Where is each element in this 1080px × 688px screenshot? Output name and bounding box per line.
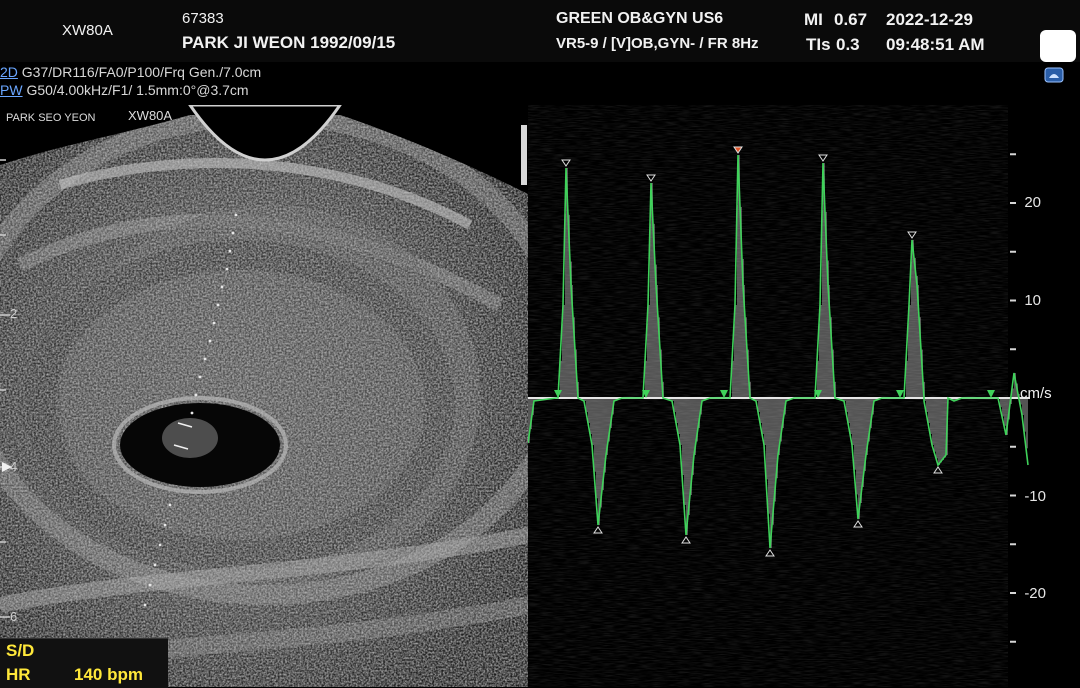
mi-label: MI <box>804 10 823 30</box>
patient-name: PARK JI WEON 1992/09/15 <box>182 33 395 53</box>
gallery-icon[interactable] <box>1040 30 1076 62</box>
param-pw-text: G50/4.00kHz/F1/ 1.5mm:0°@3.7cm <box>26 82 248 98</box>
velocity-unit: cm/s <box>1020 385 1052 402</box>
gray-scale-bar <box>521 125 527 185</box>
embryo <box>162 418 218 458</box>
hr-label: HR <box>6 665 31 685</box>
model-overlay: XW80A <box>128 108 172 123</box>
axis-label-20: 20 <box>1001 194 1041 211</box>
patient-id: 67383 <box>182 10 224 27</box>
b-mode-image[interactable] <box>0 105 530 687</box>
param-line-pw: PW G50/4.00kHz/F1/ 1.5mm:0°@3.7cm <box>0 82 249 98</box>
axis-label-neg20: -20 <box>1006 585 1046 602</box>
depth-mark-2: 2 <box>10 306 17 321</box>
focus-marker-icon[interactable] <box>2 459 12 469</box>
spectral-band <box>1024 398 1026 432</box>
measurement-box: S/D HR 140 bpm <box>0 638 168 688</box>
doppler-spectrum[interactable] <box>528 105 1080 687</box>
mode-pw-tag: PW <box>0 82 23 98</box>
exam-date: 2022-12-29 <box>886 10 973 30</box>
hr-value: 140 bpm <box>74 665 143 685</box>
tis-value: 0.3 <box>836 35 860 55</box>
exam-time: 09:48:51 AM <box>886 35 985 55</box>
clinic-name: GREEN OB&GYN US6 <box>556 10 723 28</box>
mode-2d-tag: 2D <box>0 64 18 80</box>
sd-label: S/D <box>6 641 34 661</box>
axis-label-neg10: -10 <box>1006 488 1046 505</box>
doppler-probe-icon[interactable] <box>1044 67 1064 83</box>
tis-label: TIs <box>806 35 831 55</box>
param-2d-text: G37/DR116/FA0/P100/Frq Gen./7.0cm <box>22 64 261 80</box>
param-line-2d: 2D G37/DR116/FA0/P100/Frq Gen./7.0cm <box>0 64 261 80</box>
mi-value: 0.67 <box>834 10 867 30</box>
axis-label-10: 10 <box>1001 292 1041 309</box>
model-label: XW80A <box>62 22 113 39</box>
operator-label: PARK SEO YEON <box>6 112 95 124</box>
header-bar: XW80A 67383 PARK JI WEON 1992/09/15 GREE… <box>0 0 1080 62</box>
spectral-band <box>1026 398 1028 448</box>
preset-info: VR5-9 / [V]OB,GYN- / FR 8Hz <box>556 35 759 52</box>
depth-mark-6: 6 <box>10 609 17 624</box>
